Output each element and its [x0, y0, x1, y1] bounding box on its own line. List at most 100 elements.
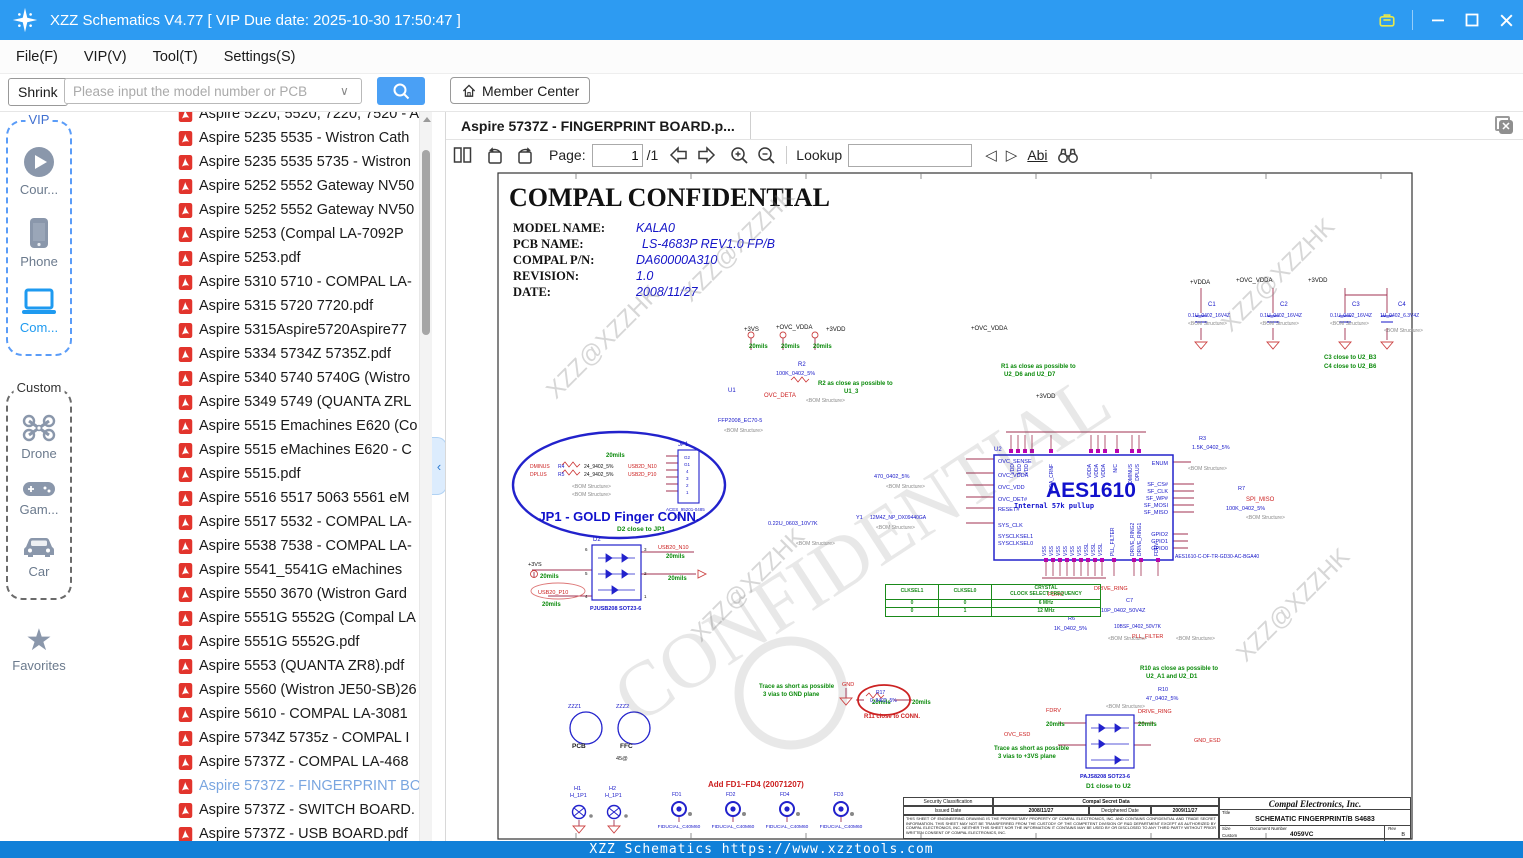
schematic-label: 0.1U_0402_16V4Z [1188, 313, 1230, 319]
list-item[interactable]: Aspire 5610 - COMPAL LA-3081 [170, 702, 419, 726]
find-next-button[interactable]: ▷ [1006, 146, 1018, 164]
file-name: Aspire 5253 (Compal LA-7092P [199, 226, 404, 242]
sidebar-item-phone[interactable]: Phone [20, 215, 58, 269]
list-item[interactable]: Aspire 5551G 5552G.pdf [170, 630, 419, 654]
next-page-button[interactable] [696, 146, 717, 164]
list-item[interactable]: Aspire 5235 5535 - Wistron Cath [170, 126, 419, 150]
list-item[interactable]: Aspire 5734Z 5735z - COMPAL I [170, 726, 419, 750]
schematic-label: H1 [574, 786, 581, 792]
schematic-label: VSS [1042, 545, 1048, 556]
rotate-left-button[interactable] [485, 146, 505, 165]
shrink-button[interactable]: Shrink [8, 78, 68, 106]
document-tab[interactable]: Aspire 5737Z - FINGERPRINT BOARD.p... [446, 112, 751, 139]
menu-settings[interactable]: Settings(S) [224, 49, 296, 65]
schematic-label: FIDUCIAL_C40M60 [712, 824, 755, 830]
schematic-label: +3VS [528, 562, 542, 568]
file-name: Aspire 5315 5720 7720.pdf [199, 298, 374, 314]
menu-tool[interactable]: Tool(T) [153, 49, 198, 65]
list-item[interactable]: Aspire 5220, 5520, 7220, 7520 - A [170, 112, 419, 126]
match-case-button[interactable]: Abi [1027, 147, 1047, 163]
schematic-label: 470_0402_5% [874, 474, 910, 480]
previous-page-button[interactable] [668, 146, 689, 164]
file-name: Aspire 5252 5552 Gateway NV50 [199, 178, 415, 194]
list-item[interactable]: Aspire 5340 5740 5740G (Wistro [170, 366, 419, 390]
zoom-out-button[interactable] [757, 146, 776, 165]
close-tab-button[interactable]: ✕ [1495, 116, 1513, 134]
sidebar-item-drone[interactable]: Drone [21, 413, 57, 461]
list-item[interactable]: Aspire 5737Z - COMPAL LA-468 [170, 750, 419, 774]
list-item[interactable]: Aspire 5551G 5552G (Compal LA [170, 606, 419, 630]
binoculars-icon[interactable] [1057, 147, 1079, 164]
schematic-label: FFP2008_EC70-5 [718, 418, 762, 424]
list-item[interactable]: Aspire 5310 5710 - COMPAL LA- [170, 270, 419, 294]
status-bar: XZZ Schematics https://www.xzztools.com [0, 841, 1523, 858]
two-page-view-button[interactable] [453, 146, 472, 164]
search-button[interactable] [377, 77, 425, 105]
list-item[interactable]: Aspire 5349 5749 (QUANTA ZRL [170, 390, 419, 414]
list-item[interactable]: Aspire 5737Z - FINGERPRINT BO [170, 774, 419, 798]
schematic-label: <BOM Structure> [876, 525, 915, 531]
list-item[interactable]: Aspire 5541_5541G eMachines [170, 558, 419, 582]
briefcase-icon[interactable] [1378, 11, 1396, 29]
schematic-label: <BOM Structure> [1246, 515, 1285, 521]
list-item[interactable]: Aspire 5252 5552 Gateway NV50 [170, 174, 419, 198]
search-row: Shrink ∨ Member Center [0, 74, 1523, 112]
schematic-label: H_1P1 [605, 793, 622, 799]
file-name: Aspire 5734Z 5735z - COMPAL I [199, 730, 410, 746]
list-item[interactable]: Aspire 5315Aspire5720Aspire77 [170, 318, 419, 342]
list-item[interactable]: Aspire 5253.pdf [170, 246, 419, 270]
list-item[interactable]: Aspire 5315 5720 7720.pdf [170, 294, 419, 318]
pdf-icon [178, 370, 193, 386]
maximize-button[interactable] [1463, 11, 1481, 29]
list-item[interactable]: Aspire 5560 (Wistron JE50-SB)26 [170, 678, 419, 702]
chevron-down-icon[interactable]: ∨ [340, 84, 349, 98]
list-item[interactable]: Aspire 5517 5532 - COMPAL LA- [170, 510, 419, 534]
list-item[interactable]: Aspire 5553 (QUANTA ZR8).pdf [170, 654, 419, 678]
list-item[interactable]: Aspire 5737Z - USB BOARD.pdf [170, 822, 419, 841]
list-item[interactable]: Aspire 5516 5517 5063 5561 eM [170, 486, 419, 510]
minimize-button[interactable] [1429, 11, 1447, 29]
lookup-input[interactable] [848, 143, 973, 167]
close-button[interactable] [1497, 11, 1515, 29]
schematic-label: MODEL NAME: [513, 221, 605, 235]
file-name: Aspire 5334 5734Z 5735Z.pdf [199, 346, 391, 362]
find-previous-button[interactable]: ◁ [985, 146, 997, 164]
list-item[interactable]: Aspire 5515 Emachines E620 (Co [170, 414, 419, 438]
sidebar-item-favorites[interactable]: ★ Favorites [0, 626, 78, 674]
sidebar-item-courses[interactable]: Cour... [20, 145, 58, 197]
scrollbar-thumb[interactable] [422, 150, 430, 335]
schematic-label: U1_3 [844, 389, 859, 395]
search-input[interactable] [64, 78, 362, 104]
schematic-label: 20mils [749, 344, 768, 350]
pdf-icon [178, 442, 193, 458]
member-center-button[interactable]: Member Center [450, 77, 591, 104]
schematic-label: VDDA [1087, 463, 1093, 478]
schematic-label: <BOM Structure> [1188, 321, 1227, 327]
list-item[interactable]: Aspire 5235 5535 5735 - Wistron [170, 150, 419, 174]
zoom-in-button[interactable] [730, 146, 749, 165]
list-item[interactable]: Aspire 5737Z - SWITCH BOARD. [170, 798, 419, 822]
document-viewer[interactable]: COMPAL CONFIDENTIAL MODEL NAME: KALA0 PCB N… [446, 170, 1523, 841]
sidebar-group-custom: Custom Drone Gam... Car [6, 380, 72, 600]
menu-file[interactable]: File(F) [16, 49, 58, 65]
file-list-scrollbar[interactable] [419, 112, 432, 841]
list-item[interactable]: Aspire 5253 (Compal LA-7092P [170, 222, 419, 246]
list-item[interactable]: Aspire 5515.pdf [170, 462, 419, 486]
menu-vip[interactable]: VIP(V) [84, 49, 127, 65]
rotate-right-button[interactable] [515, 146, 535, 165]
page-number-input[interactable] [591, 143, 643, 167]
sidebar-item-game[interactable]: Gam... [19, 479, 59, 517]
schematic-label: <BOM Structure> [724, 428, 763, 434]
list-item[interactable]: Aspire 5334 5734Z 5735Z.pdf [170, 342, 419, 366]
list-item[interactable]: Aspire 5550 3670 (Wistron Gard [170, 582, 419, 606]
schematic-label: R1 as close as possible to [1001, 364, 1076, 370]
schematic-label: DPLUS [530, 472, 547, 478]
list-item[interactable]: Aspire 5538 7538 - COMPAL LA- [170, 534, 419, 558]
list-item[interactable]: Aspire 5515 eMachines E620 - C [170, 438, 419, 462]
sidebar-item-computer[interactable]: Com... [20, 287, 58, 335]
sidebar-item-car[interactable]: Car [21, 535, 57, 579]
schematic-label: ZZZ1 [568, 704, 581, 710]
scroll-up-arrow[interactable] [423, 117, 431, 122]
list-item[interactable]: Aspire 5252 5552 Gateway NV50 [170, 198, 419, 222]
schematic-label: G1 [684, 462, 691, 467]
